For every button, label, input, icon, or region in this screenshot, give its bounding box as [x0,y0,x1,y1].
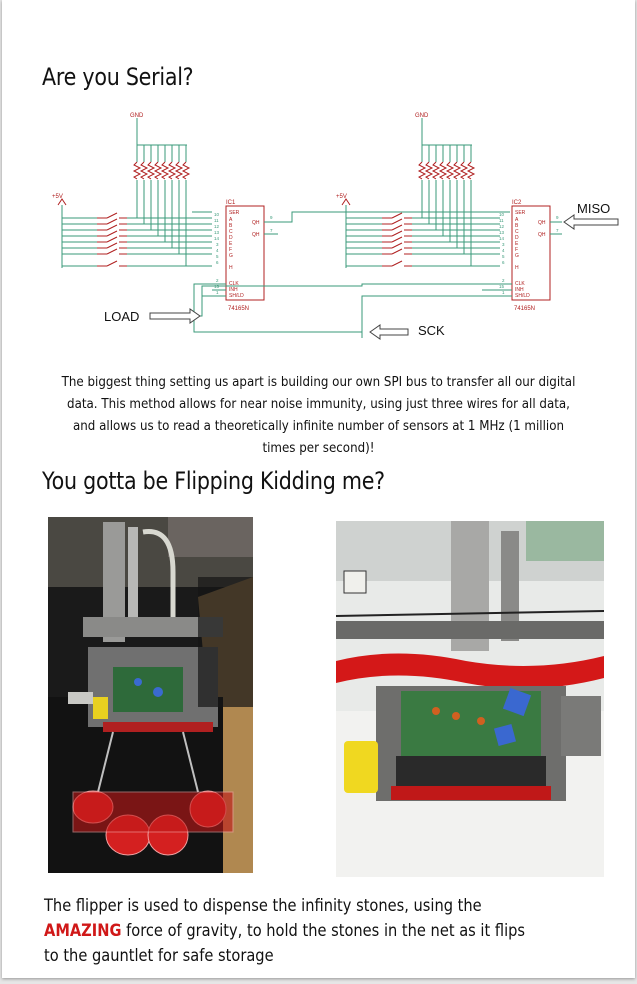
sck-label: SCK [418,323,445,338]
svg-text:1: 1 [216,290,219,295]
miso-label: MISO [577,201,610,216]
svg-text:3: 3 [502,242,505,247]
svg-text:SER: SER [229,210,240,216]
svg-text:15: 15 [499,284,505,289]
svg-text:5: 5 [216,254,219,259]
svg-text:3: 3 [216,242,219,247]
svg-text:13: 13 [214,230,220,235]
svg-text:10: 10 [499,212,505,217]
circuit-left: GND [130,113,187,162]
switch-array-right [381,212,413,267]
svg-text:QH: QH [538,220,546,226]
svg-text:9: 9 [270,215,273,220]
resistor-array-left [133,161,190,180]
svg-text:6: 6 [502,260,505,265]
svg-text:SER: SER [515,210,526,216]
load-arrow [149,308,201,324]
wires-left: +5V [52,180,212,268]
svg-text:5: 5 [502,254,505,259]
load-label: LOAD [104,309,139,324]
svg-text:4: 4 [216,248,219,253]
wires-right: +5V [336,180,510,268]
circuit-right: GND [415,113,472,162]
svg-text:H: H [515,265,519,271]
switch-array-left [96,212,128,267]
svg-text:12: 12 [499,224,505,229]
shift-register-schematic: GND +5V IC1 74165N SER A B C D E F G H C… [52,113,619,340]
svg-text:QH: QH [252,220,260,226]
svg-text:13: 13 [499,230,505,235]
svg-text:2: 2 [502,278,505,283]
svg-text:SH/LD: SH/LD [229,293,244,299]
flipper-photo-left [48,517,253,873]
caption-highlight: AMAZING [44,921,122,941]
chip-ic2-part: 74165N [514,306,535,312]
svg-text:9: 9 [556,215,559,220]
svg-text:7: 7 [556,228,559,233]
svg-text:10: 10 [214,212,220,217]
chip-ic1: IC1 74165N SER A B C D E F G H CLK INH S… [212,200,278,312]
chip-ic1-name: IC1 [226,200,236,206]
page: Are you Serial? GND +5V IC1 74165N SER A… [2,0,635,978]
svg-text:1: 1 [502,290,505,295]
svg-text:G: G [229,253,233,259]
flipper-caption: The flipper is used to dispense the infi… [44,894,543,969]
chip-ic1-part: 74165N [228,306,249,312]
svg-text:4: 4 [502,248,505,253]
svg-text:SH/LD: SH/LD [515,293,530,299]
vcc-label-left: +5V [52,194,63,200]
flipper-photo-right [336,521,604,877]
daisy-chain-wire [192,211,492,338]
sck-arrow [369,324,409,340]
svg-text:12: 12 [214,224,220,229]
svg-text:QH: QH [538,232,546,238]
svg-text:H: H [229,265,233,271]
svg-text:14: 14 [214,236,220,241]
svg-text:G: G [515,253,519,259]
serial-description: The biggest thing setting us apart is bu… [61,374,576,456]
resistor-array-right [418,161,475,180]
svg-text:6: 6 [216,260,219,265]
svg-text:14: 14 [499,236,505,241]
svg-text:2: 2 [216,278,219,283]
chip-ic2: IC2 74165N SER A B C D E F G H CLK INH S… [492,200,562,312]
svg-text:QH: QH [252,232,260,238]
caption-text-before: The flipper is used to dispense the infi… [44,896,482,916]
chip-ic2-name: IC2 [512,200,522,206]
svg-text:7: 7 [270,228,273,233]
section-title-serial: Are you Serial? [42,63,194,91]
svg-text:11: 11 [499,218,504,223]
section-title-flipper: You gotta be Flipping Kidding me? [42,467,385,495]
vcc-label-right: +5V [336,194,347,200]
miso-arrow [563,214,619,230]
svg-text:11: 11 [214,218,219,223]
